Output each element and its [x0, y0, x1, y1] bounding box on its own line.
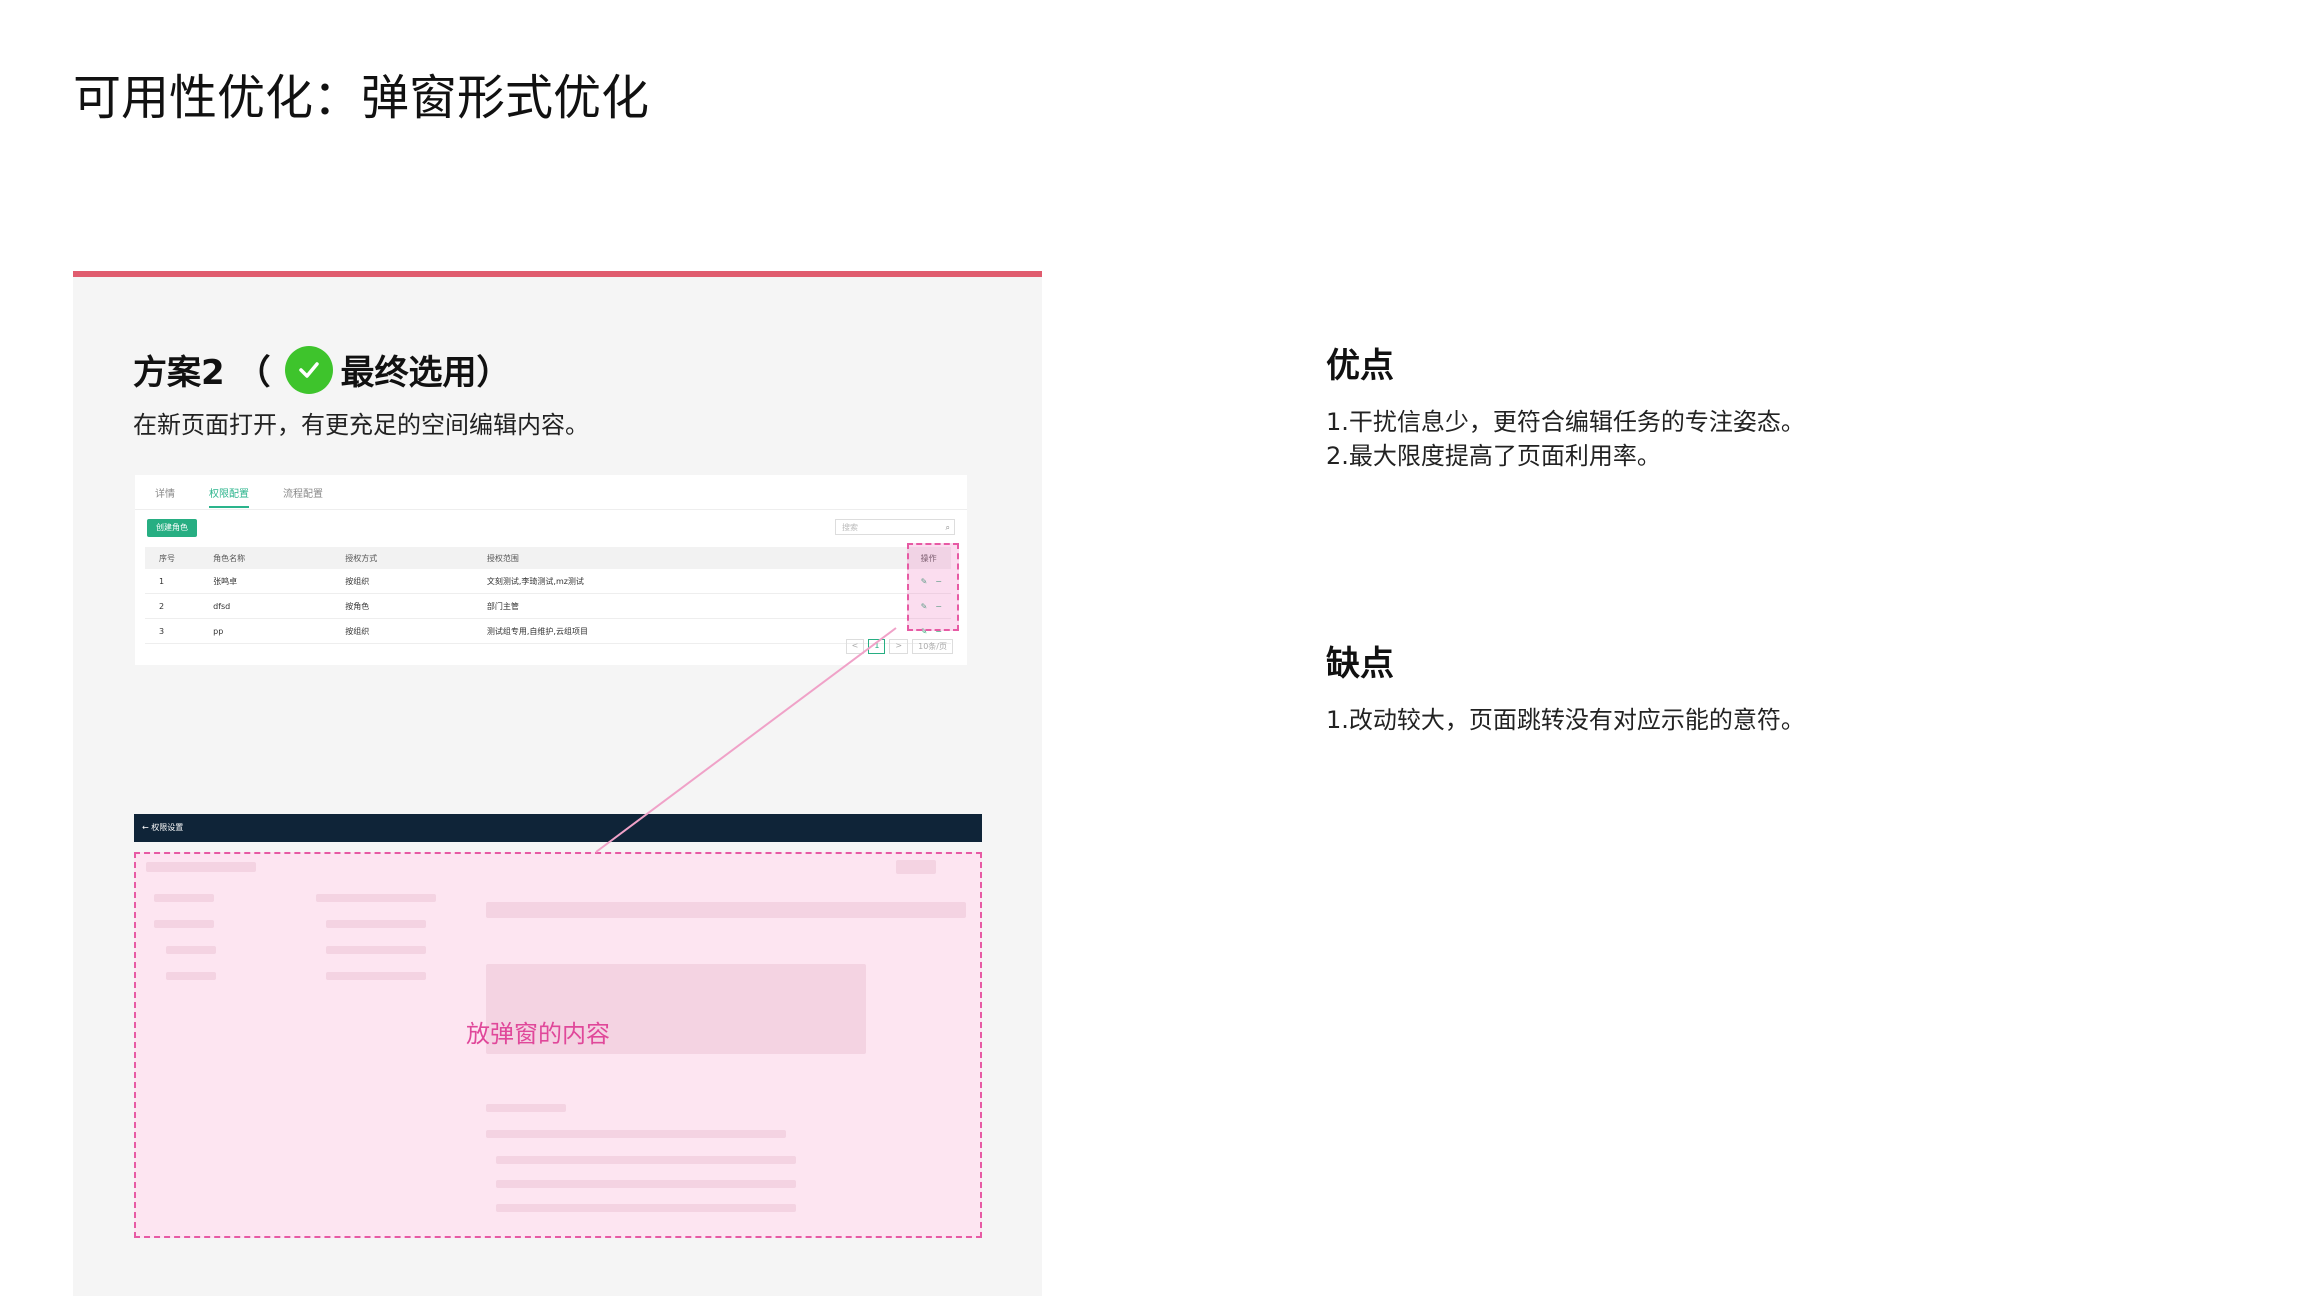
cell-auth-method: 按角色 — [331, 593, 473, 619]
col-auth-method: 授权方式 — [331, 547, 473, 569]
cell-auth-method: 按组织 — [331, 569, 473, 594]
pager-next[interactable]: > — [889, 639, 909, 654]
create-role-button[interactable]: 创建角色 — [147, 519, 197, 537]
table-row: 3 pp 按组织 测试组专用,自维护,云组项目 ✎− — [145, 618, 951, 644]
tab-details[interactable]: 详情 — [155, 485, 175, 508]
cell-auth-scope: 部门主管 — [472, 593, 907, 619]
ghost-line — [486, 1130, 786, 1138]
ghost-line — [496, 1204, 796, 1212]
card-title-suffix: 最终选用） — [340, 353, 511, 393]
col-role-name: 角色名称 — [199, 547, 332, 569]
cell-role-name: dfsd — [199, 593, 332, 619]
cell-auth-scope: 文刻测试,李琦测试,mz测试 — [472, 569, 907, 594]
pagination: < 1 > 10条/页 — [845, 639, 953, 654]
ghost-button — [896, 860, 936, 874]
table-row: 2 dfsd 按角色 部门主管 ✎− — [145, 593, 951, 619]
col-index: 序号 — [145, 547, 200, 569]
ghost-line — [166, 946, 216, 954]
pros-item: 1.干扰信息少，更符合编辑任务的专注姿态。 — [1326, 408, 1805, 436]
table-page-screenshot: 详情 权限配置 流程配置 创建角色 搜索 ⌕ 序号 角色名称 授权方式 授权范围… — [135, 475, 967, 665]
pager-prev[interactable]: < — [845, 639, 865, 654]
pros-title: 优点 — [1326, 346, 1394, 386]
ghost-input — [486, 902, 966, 918]
tab-flow-config[interactable]: 流程配置 — [283, 485, 323, 508]
placeholder-label: 放弹窗的内容 — [466, 1020, 610, 1048]
cons-title: 缺点 — [1326, 644, 1394, 684]
tab-bar: 详情 权限配置 流程配置 — [155, 485, 323, 508]
ghost-line — [486, 1104, 566, 1112]
ghost-line — [316, 894, 436, 902]
ghost-line — [326, 972, 426, 980]
pager-size[interactable]: 10条/页 — [912, 639, 953, 654]
option-card: 方案2 （ 最终选用） 在新页面打开，有更充足的空间编辑内容。 详情 权限配置 … — [73, 271, 1042, 1296]
card-title-prefix: 方案2 （ — [133, 353, 271, 393]
tab-permission-config[interactable]: 权限配置 — [209, 485, 249, 508]
check-icon — [284, 345, 333, 394]
search-placeholder: 搜索 — [842, 523, 858, 532]
ghost-line — [496, 1156, 796, 1164]
pager-page[interactable]: 1 — [868, 639, 886, 654]
pros-item: 2.最大限度提高了页面利用率。 — [1326, 442, 1661, 470]
cell-index: 2 — [145, 593, 200, 619]
card-title: 方案2 （ 最终选用） — [133, 345, 511, 394]
col-auth-scope: 授权范围 — [472, 547, 907, 569]
ghost-heading — [146, 862, 256, 872]
ghost-line — [496, 1180, 796, 1188]
table-row: 1 张鸣卓 按组织 文刻测试,李琦测试,mz测试 ✎− — [145, 569, 951, 594]
search-icon: ⌕ — [945, 523, 950, 532]
cell-role-name: pp — [199, 618, 332, 644]
cons-item: 1.改动较大，页面跳转没有对应示能的意符。 — [1326, 706, 1805, 734]
ghost-line — [154, 920, 214, 928]
search-input[interactable]: 搜索 ⌕ — [835, 519, 955, 535]
actions-column-highlight — [907, 543, 959, 631]
tab-divider — [135, 509, 967, 510]
card-description: 在新页面打开，有更充足的空间编辑内容。 — [133, 411, 589, 439]
new-page-screenshot: ← 权限设置 放弹窗的内容 — [134, 814, 982, 1238]
cell-index: 1 — [145, 569, 200, 594]
dialog-content-placeholder: 放弹窗的内容 — [134, 852, 982, 1238]
roles-table: 序号 角色名称 授权方式 授权范围 操作 1 张鸣卓 按组织 文刻测试,李琦测试… — [145, 547, 951, 644]
ghost-line — [154, 894, 214, 902]
cell-auth-scope: 测试组专用,自维护,云组项目 — [472, 618, 907, 644]
cell-index: 3 — [145, 618, 200, 644]
cell-role-name: 张鸣卓 — [199, 569, 332, 594]
cell-auth-method: 按组织 — [331, 618, 473, 644]
page-title: 可用性优化：弹窗形式优化 — [73, 70, 650, 126]
ghost-line — [166, 972, 216, 980]
page-topbar[interactable]: ← 权限设置 — [134, 814, 982, 842]
table-header-row: 序号 角色名称 授权方式 授权范围 操作 — [145, 547, 951, 569]
ghost-line — [326, 946, 426, 954]
ghost-line — [326, 920, 426, 928]
